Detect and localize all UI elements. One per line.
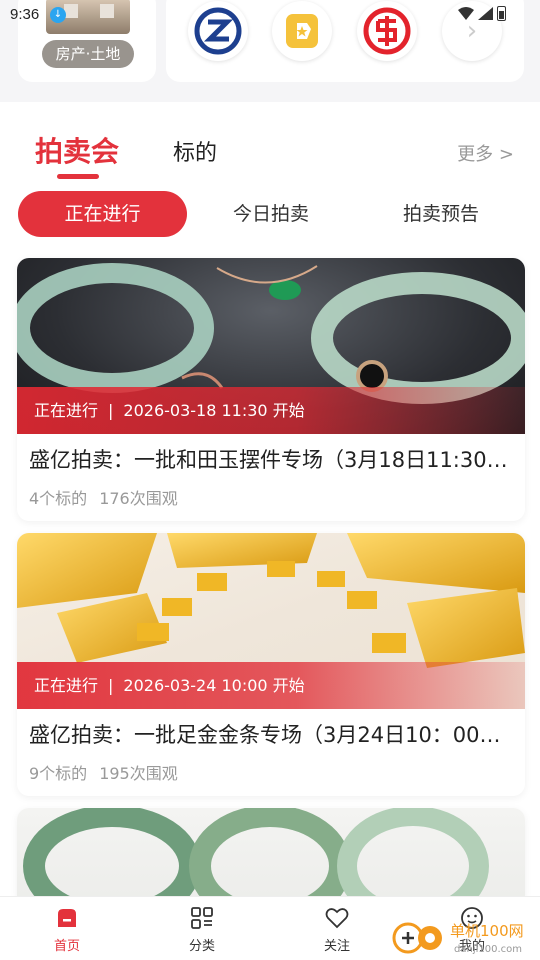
home-icon <box>58 909 76 927</box>
nav-label: 首页 <box>53 939 80 954</box>
z-logo-icon <box>194 7 242 55</box>
download-icon: ↓ <box>50 7 66 23</box>
nav-follow[interactable]: 关注 <box>297 905 377 954</box>
nav-home[interactable]: 首页 <box>27 905 107 954</box>
star-logo-icon <box>286 14 318 48</box>
nav-category[interactable]: 分类 <box>162 905 242 954</box>
jade-bangles-image: 正在进行 | 2026-03-18 11:30 开始 <box>17 258 525 434</box>
partner-logo-1[interactable] <box>188 1 248 61</box>
lot-count: 9个标的 <box>29 764 88 783</box>
top-area: 房产·土地 › 9:36 ↓ <box>0 0 540 102</box>
watermark-text: 单机100网 <box>450 922 524 940</box>
status-time: 9:36 <box>10 6 40 23</box>
status-separator: | <box>108 401 114 420</box>
auction-card[interactable] <box>17 808 525 908</box>
auction-title: 盛亿拍卖：一批足金金条专场（3月24日10：00开始） <box>29 723 515 747</box>
auction-meta: 4个标的 176次围观 <box>29 485 178 509</box>
status-icons <box>458 6 506 21</box>
category-icon <box>191 907 213 929</box>
auction-meta: 9个标的 195次围观 <box>29 760 178 784</box>
gold-bars-image: 正在进行 | 2026-03-24 10:00 开始 <box>17 533 525 709</box>
status-separator: | <box>108 676 114 695</box>
more-link[interactable]: 更多 > <box>457 140 514 166</box>
wifi-icon <box>458 7 474 20</box>
lot-count: 4个标的 <box>29 489 88 508</box>
nav-label: 分类 <box>188 939 215 954</box>
dollar-logo-icon <box>363 7 411 55</box>
status-label: 正在进行 <box>34 676 99 695</box>
view-count: 176次围观 <box>99 489 178 508</box>
auction-title: 盛亿拍卖：一批和田玉摆件专场（3月18日11:30开始） <box>29 448 515 472</box>
auction-card[interactable]: 正在进行 | 2026-03-18 11:30 开始 盛亿拍卖：一批和田玉摆件专场（… <box>17 258 525 521</box>
start-time: 2026-03-24 10:00 开始 <box>123 676 305 695</box>
watermark-domain: danji100.com <box>454 944 522 955</box>
watermark-icon: 单机100网 danji100.com <box>392 922 524 955</box>
tab-active-indicator <box>57 174 99 179</box>
partner-logo-2[interactable] <box>272 1 332 61</box>
partner-logo-3[interactable] <box>357 1 417 61</box>
tab-lots[interactable]: 标的 <box>173 135 217 167</box>
view-count: 195次围观 <box>99 764 178 783</box>
jade-rings-image <box>17 808 525 908</box>
filter-upcoming[interactable]: 拍卖预告 <box>376 191 506 237</box>
filter-ongoing[interactable]: 正在进行 <box>18 191 187 237</box>
auction-status-strip: 正在进行 | 2026-03-24 10:00 开始 <box>17 662 525 709</box>
heart-icon <box>325 908 349 929</box>
watermark-logo: 单机100网 danji100.com <box>392 914 540 960</box>
start-time: 2026-03-18 11:30 开始 <box>123 401 305 420</box>
category-label: 房产·土地 <box>42 40 134 68</box>
status-label: 正在进行 <box>34 401 99 420</box>
app-screen: 房产·土地 › 9:36 ↓ 拍卖会 标的 更多 > 正在进行 今日拍卖 拍卖预… <box>0 0 540 960</box>
nav-label: 关注 <box>323 939 350 954</box>
auction-card[interactable]: 正在进行 | 2026-03-24 10:00 开始 盛亿拍卖：一批足金金条专场（3… <box>17 533 525 796</box>
auction-status-strip: 正在进行 | 2026-03-18 11:30 开始 <box>17 387 525 434</box>
battery-icon <box>497 6 506 21</box>
signal-icon <box>478 7 493 20</box>
tab-auctions[interactable]: 拍卖会 <box>35 130 119 170</box>
filter-today[interactable]: 今日拍卖 <box>206 191 336 237</box>
